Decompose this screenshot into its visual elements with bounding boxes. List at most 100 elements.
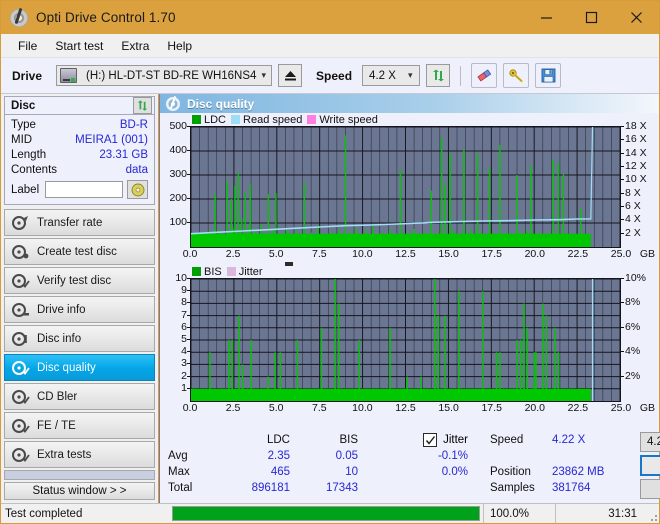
axis-tick-label: 22.5: [567, 402, 589, 414]
stats-row-max-ldc: 465: [270, 466, 290, 478]
menu-item-file[interactable]: File: [9, 37, 46, 55]
legend-entry-write-speed: Write speed: [307, 114, 378, 126]
sidebar-item-fe-te[interactable]: FE / TE: [4, 412, 155, 439]
jitter-label: Jitter: [443, 434, 468, 446]
disc-refresh-button[interactable]: [133, 97, 152, 114]
bis-chart-y-axis: 1 2 3 4 5 6 7 8 9 10: [162, 272, 190, 402]
disc-row-length-key: Length: [11, 148, 47, 161]
bis-chart-legend: BIS Jitter: [162, 262, 657, 278]
disc-extra-icon: [11, 447, 30, 463]
axis-tick-label: 2.5: [225, 248, 241, 260]
axis-tick-label: 16 X: [625, 133, 647, 146]
disc-label-row: Label: [11, 179, 148, 200]
erase-button[interactable]: [471, 63, 498, 88]
axis-tick-mark: [621, 375, 624, 377]
stats-meta-samples-value: 381764: [552, 482, 591, 494]
axis-tick-label: 4 X: [625, 213, 641, 226]
drive-select[interactable]: (H:) HL-DT-ST BD-RE WH16NS48 1.D3 ▾: [56, 65, 273, 86]
ldc-chart-y2-axis: 2 X4 X6 X8 X 10 X 12 X 14 X 16 X 18 X: [621, 120, 657, 248]
disc-label-input[interactable]: [45, 181, 124, 198]
eject-button[interactable]: [278, 64, 303, 87]
speed-select[interactable]: 4.2 X ▾: [362, 65, 421, 86]
axis-tick-label: 10%: [625, 272, 647, 284]
app-disc-icon: [10, 8, 28, 27]
menu-item-extra[interactable]: Extra: [112, 37, 158, 55]
menu-item-start-test[interactable]: Start test: [46, 37, 112, 55]
disc-row-contents-value: data: [125, 163, 148, 176]
legend-swatch-ldc: [192, 115, 201, 124]
start-full-button[interactable]: Start full: [640, 455, 660, 476]
disc-panel-header: Disc: [4, 96, 155, 114]
stats-row-avg-label: Avg: [168, 450, 188, 462]
minimize-icon[interactable]: [524, 1, 569, 34]
jitter-checkbox[interactable]: [423, 433, 438, 447]
speed-label: Speed: [316, 68, 353, 83]
axis-tick-label: 12.5: [395, 248, 416, 260]
toolbar-separator: [460, 65, 462, 86]
axis-tick-label: 200: [169, 192, 187, 204]
sidebar-item-cd-bler-label: CD Bler: [37, 390, 78, 403]
stats-meta-speed-key: Speed: [490, 434, 524, 446]
sidebar-item-disc-info[interactable]: Disc info: [4, 325, 155, 352]
axis-tick-label: 2 X: [625, 226, 641, 239]
stats-meta-samples: Samples 381764: [490, 480, 640, 496]
legend-entry-bis: BIS: [192, 266, 222, 278]
sidebar-item-drive-info[interactable]: Drive info: [4, 296, 155, 323]
axis-tick-mark: [621, 351, 624, 353]
status-window-button[interactable]: Status window > >: [4, 482, 155, 500]
legend-swatch-jitter: [226, 267, 236, 276]
sidebar-item-disc-info-label: Disc info: [37, 332, 82, 345]
page-title: Disc quality: [187, 96, 255, 111]
sidebar-item-cd-bler[interactable]: CD Bler: [4, 383, 155, 410]
axis-tick-label: 6 X: [625, 200, 641, 212]
save-button[interactable]: [535, 63, 562, 88]
speed-select-value: 4.2 X: [369, 69, 396, 82]
axis-tick-mark: [621, 126, 624, 127]
close-icon[interactable]: [614, 1, 659, 34]
maximize-icon[interactable]: [569, 1, 614, 34]
stats-row-total-bis: 17343: [326, 482, 358, 494]
axis-tick-mark: [621, 206, 624, 207]
application-window: Opti Drive Control 1.70 File Start test …: [0, 0, 660, 524]
test-controls: 4.2 X ▾ Start full Start part: [640, 432, 660, 499]
sidebar-item-create-test-disc[interactable]: Create test disc: [4, 238, 155, 265]
sidebar-item-verify-test-disc[interactable]: Verify test disc: [4, 267, 155, 294]
sidebar-filler: [4, 470, 155, 480]
refresh-button[interactable]: [426, 64, 451, 87]
sidebar-item-drive-info-label: Drive info: [37, 303, 86, 316]
stats-meta: Speed 4.22 X Position 23862 MB Samples 3…: [490, 432, 640, 499]
progress-fill: [173, 507, 479, 520]
resize-grip-icon[interactable]: [645, 504, 659, 523]
legend-label-jitter: Jitter: [238, 265, 263, 278]
axis-tick-mark: [621, 232, 624, 234]
tools-button[interactable]: [503, 63, 530, 88]
title-bar: Opti Drive Control 1.70: [1, 1, 659, 34]
stats-row-avg-jitter: -0.1%: [437, 450, 468, 462]
axis-tick-mark: [621, 302, 624, 304]
axis-tick-label: 12.5: [395, 402, 416, 414]
legend-swatch-write-speed: [307, 115, 317, 124]
axis-tick-label: 0.0: [182, 402, 198, 414]
legend-entry-read-speed: Read speed: [231, 114, 302, 126]
disc-row-length: Length 23.31 GB: [11, 147, 148, 162]
axis-tick-label: 14 X: [625, 146, 647, 159]
test-speed-select[interactable]: 4.2 X ▾: [640, 432, 660, 452]
stats-row-avg-bis: 0.05: [335, 450, 358, 462]
disc-label-browse-button[interactable]: [127, 180, 148, 199]
axis-tick-label: 17.5: [481, 248, 502, 260]
bis-chart-y2-axis: 2% 4% 6% 8% 10%: [621, 272, 657, 402]
axis-tick-mark: [621, 278, 624, 279]
axis-tick-mark: [621, 179, 624, 181]
start-part-button[interactable]: Start part: [640, 479, 660, 499]
sidebar-item-extra-tests-label: Extra tests: [37, 448, 92, 461]
sidebar-item-extra-tests[interactable]: Extra tests: [4, 441, 155, 468]
sidebar-item-disc-quality[interactable]: Disc quality: [4, 354, 155, 381]
axis-tick-label: 25.0: [610, 248, 632, 260]
sidebar-item-fe-te-label: FE / TE: [37, 419, 76, 432]
chevron-down-icon: ▾: [407, 70, 413, 80]
sidebar-item-transfer-rate[interactable]: Transfer rate: [4, 209, 155, 236]
stats-row-max: Max 465 10 0.0%: [160, 464, 490, 480]
menu-item-help[interactable]: Help: [158, 37, 201, 55]
disc-label-key: Label: [11, 183, 40, 196]
axis-tick-label: 20.0: [524, 402, 546, 414]
